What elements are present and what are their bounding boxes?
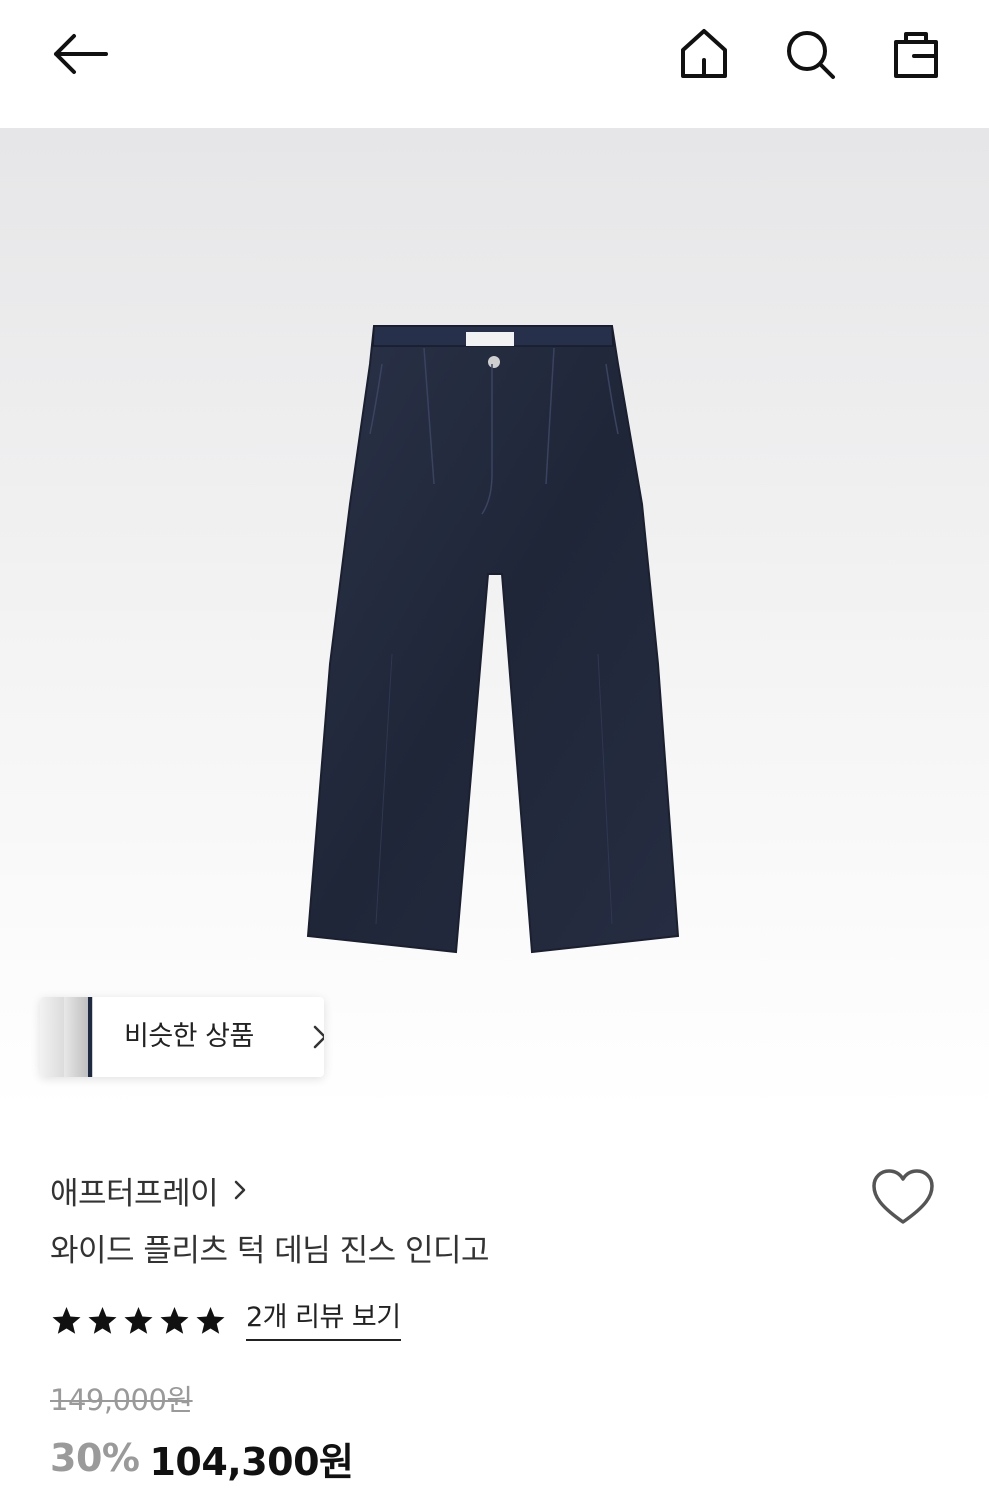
product-title: 와이드 플리츠 턱 데님 진스 인디고 <box>50 1233 490 1269</box>
similar-thumbnail <box>64 997 89 1077</box>
rating-row: 2개 리뷰 보기 <box>50 1298 401 1344</box>
similar-thumbnail <box>88 997 93 1077</box>
heart-outline-icon[interactable] <box>870 1168 936 1228</box>
product-image-area[interactable] <box>0 128 989 1112</box>
original-price: 149,000원 <box>50 1383 193 1417</box>
review-link[interactable]: 2개 리뷰 보기 <box>246 1301 401 1341</box>
shopping-bag-icon[interactable] <box>888 26 944 82</box>
star-icon <box>88 1307 117 1334</box>
brand-link[interactable]: 애프터프레이 <box>50 1168 250 1212</box>
similar-thumbnail <box>40 997 65 1077</box>
brand-name: 애프터프레이 <box>50 1175 219 1212</box>
price-row: 30% 104,300원 <box>50 1430 354 1486</box>
chevron-right-icon <box>234 1180 246 1200</box>
product-image-jeans <box>306 325 680 954</box>
similar-products-label: 비슷한 상품 <box>124 1021 254 1052</box>
star-icon <box>124 1307 153 1334</box>
star-icon <box>160 1307 189 1334</box>
sale-price: 104,300원 <box>149 1439 354 1484</box>
search-icon[interactable] <box>782 26 838 82</box>
star-icon <box>196 1307 225 1334</box>
chevron-right-icon <box>313 1025 324 1049</box>
discount-rate: 30% <box>50 1436 140 1480</box>
similar-products-button[interactable]: 비슷한 상품 <box>40 997 324 1077</box>
star-icon <box>52 1307 81 1334</box>
top-nav-bar <box>0 0 989 128</box>
arrow-left-icon[interactable] <box>48 30 112 78</box>
star-rating <box>50 1305 230 1337</box>
home-icon[interactable] <box>676 26 732 82</box>
product-detail-page: 비슷한 상품 애프터프레이 와이드 플리츠 턱 데님 진스 인디고 2개 리뷰 … <box>0 0 989 1500</box>
